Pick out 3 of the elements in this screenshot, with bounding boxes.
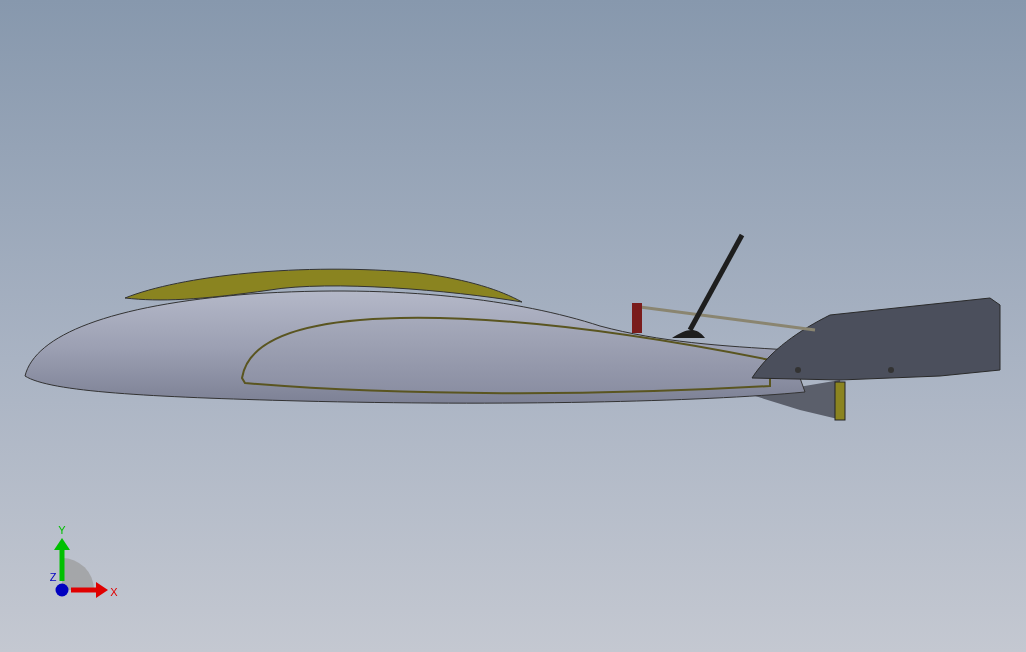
- axis-label: Y: [58, 524, 66, 536]
- axis-label: Z: [49, 571, 57, 583]
- axis-label: X: [110, 586, 118, 598]
